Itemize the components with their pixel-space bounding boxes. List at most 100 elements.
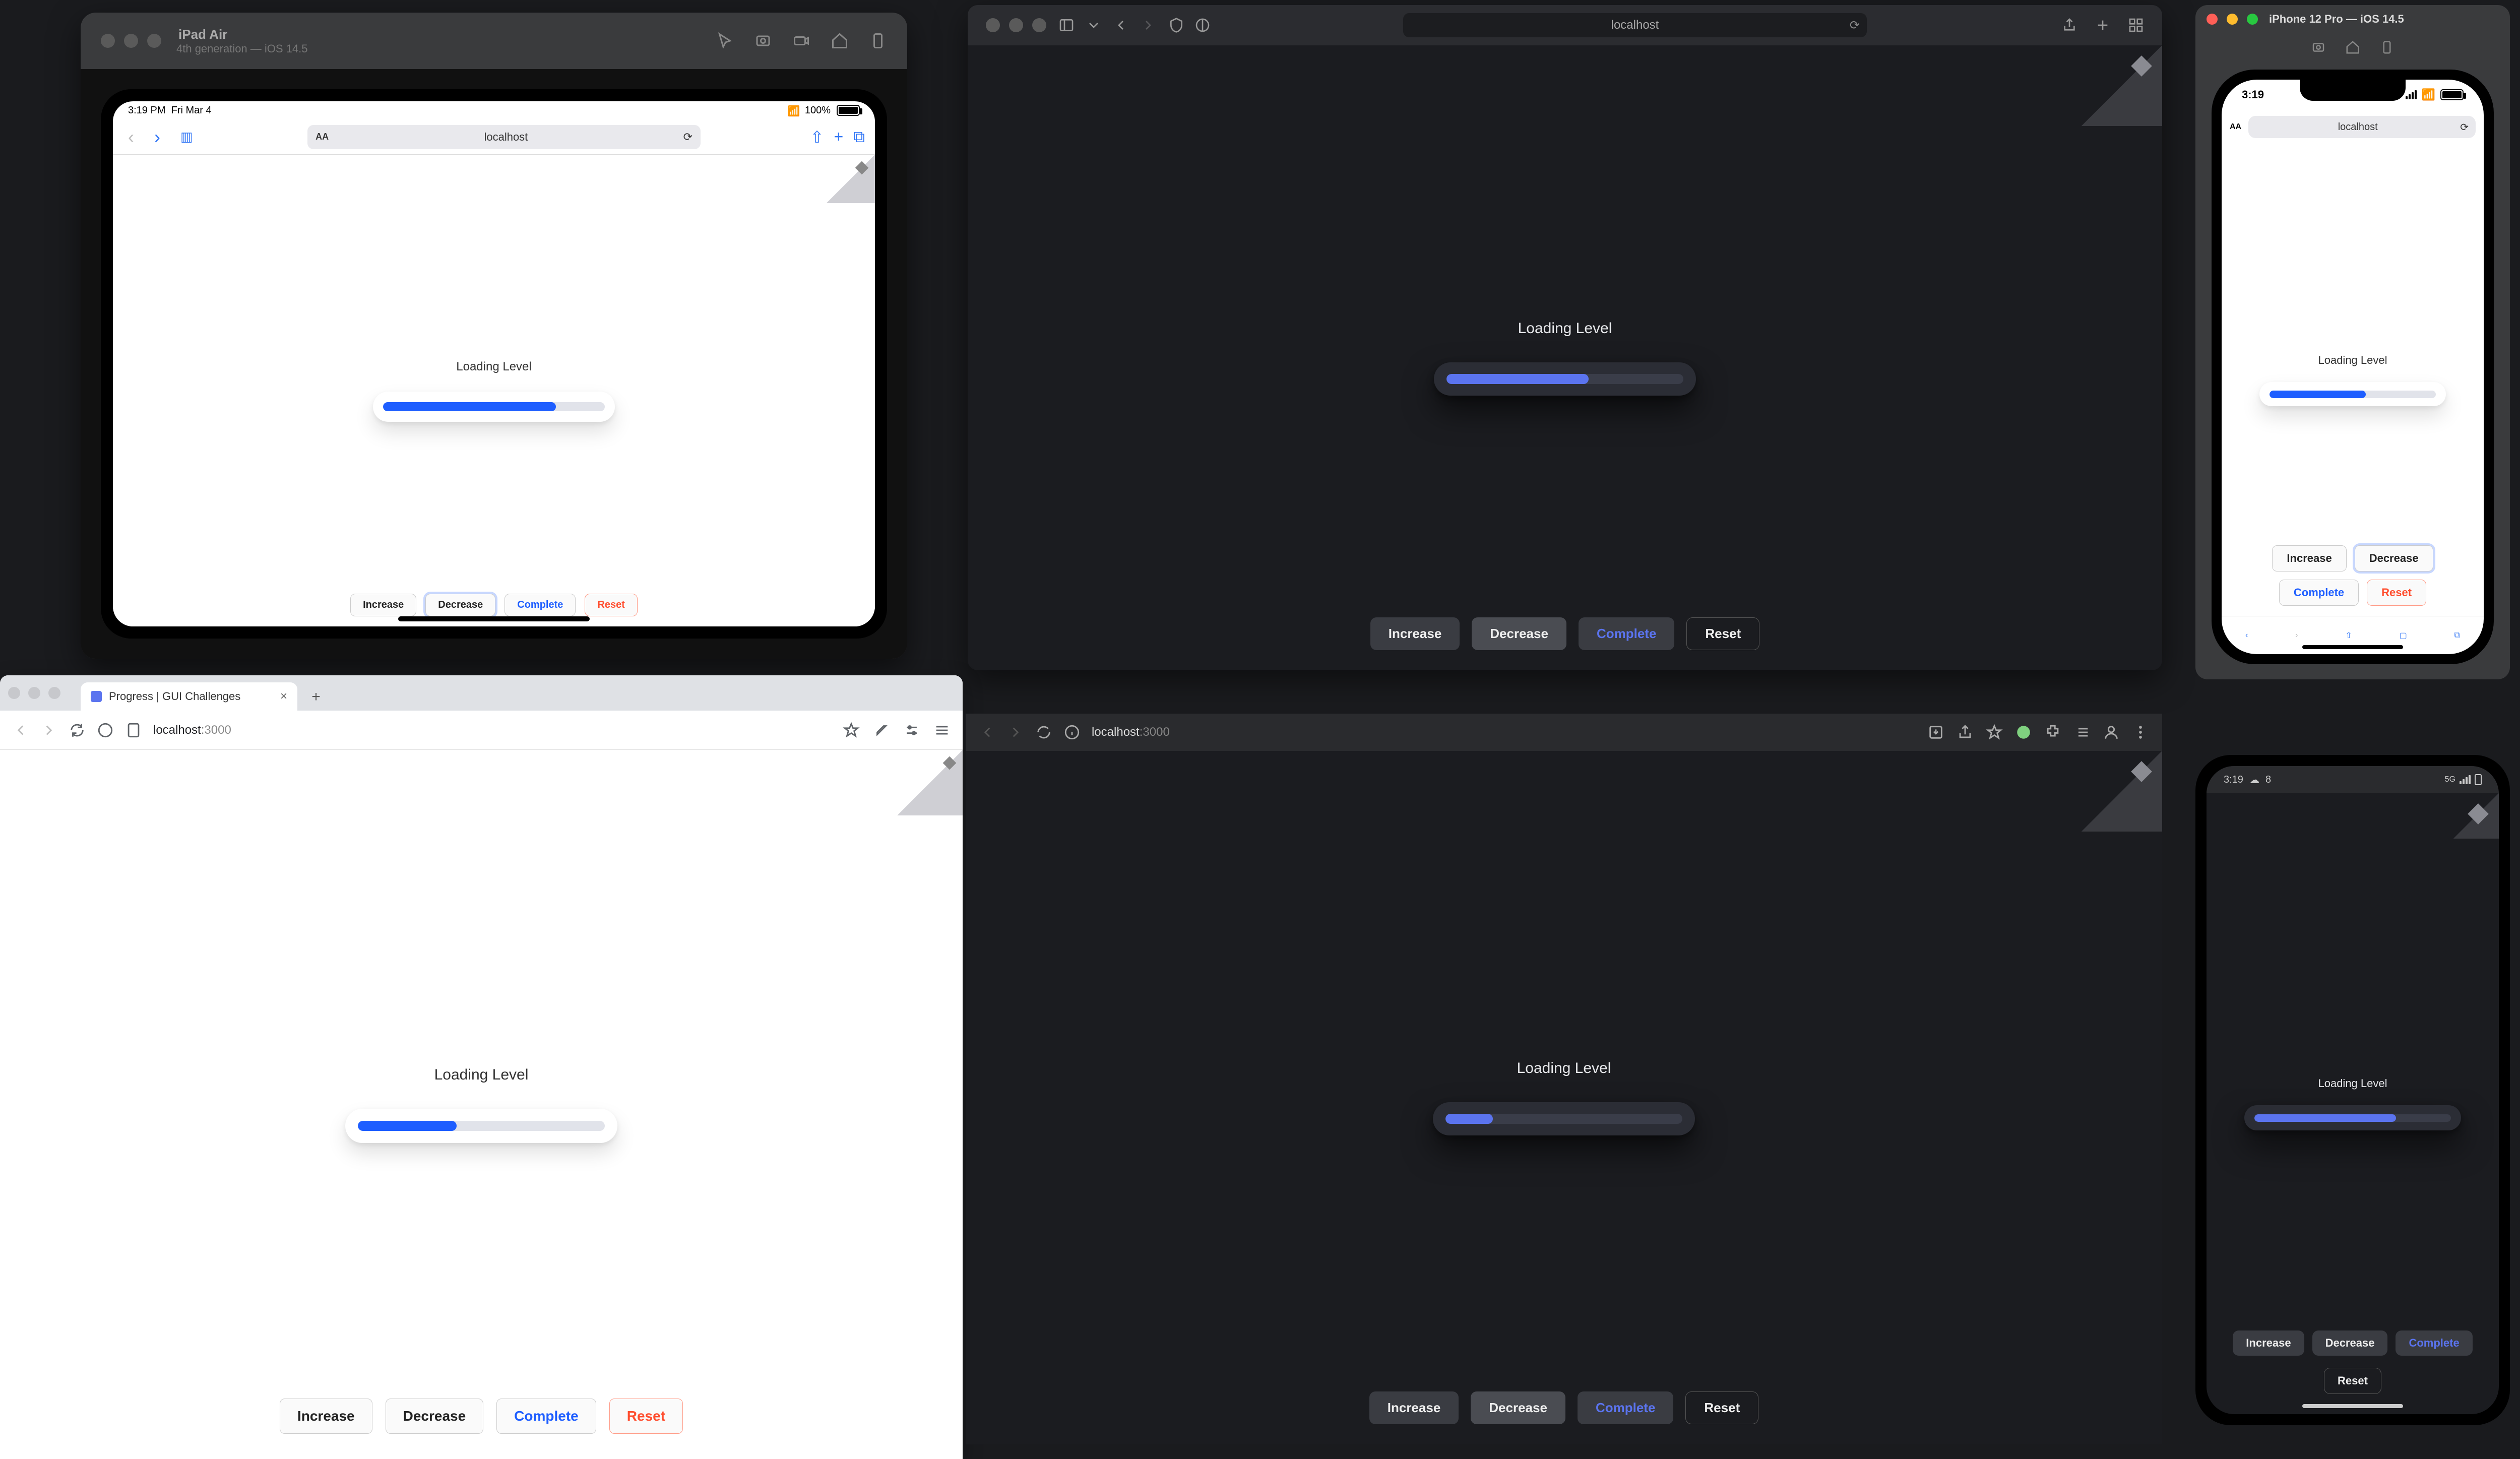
increase-button[interactable]: Increase [2233, 1330, 2304, 1356]
url-field[interactable]: AA localhost ⟳ [307, 125, 701, 149]
reload-button[interactable]: ⟳ [1850, 18, 1860, 33]
install-icon[interactable] [1927, 724, 1944, 741]
close-button[interactable] [2207, 14, 2218, 25]
tab-close-button[interactable]: × [280, 689, 287, 704]
complete-button[interactable]: Complete [1578, 1391, 1673, 1424]
forward-button[interactable] [1140, 17, 1156, 33]
sidebar-button[interactable]: ▥ [175, 129, 198, 145]
url-field[interactable]: localhost:3000 [1092, 725, 1916, 739]
close-button[interactable] [8, 687, 20, 699]
share-button[interactable]: ⇧ [2345, 630, 2352, 641]
tab[interactable]: Progress | GUI Challenges × [81, 682, 297, 711]
record-icon[interactable] [792, 32, 810, 50]
forward-button[interactable]: › [2295, 631, 2298, 640]
screenshot-icon[interactable] [2311, 40, 2326, 55]
home-icon[interactable] [831, 32, 849, 50]
decrease-button[interactable]: Decrease [1472, 617, 1566, 650]
increase-button[interactable]: Increase [280, 1399, 372, 1434]
reload-button[interactable] [69, 722, 86, 739]
forward-button[interactable] [40, 722, 57, 739]
ipad-titlebar[interactable]: iPad Air 4th generation — iOS 14.5 [81, 13, 907, 69]
decrease-button[interactable]: Decrease [1471, 1391, 1565, 1424]
reset-button[interactable]: Reset [1686, 617, 1759, 650]
new-tab-button[interactable]: + [834, 128, 843, 146]
menu-button[interactable] [933, 722, 951, 739]
reload-button[interactable]: ⟳ [2460, 121, 2469, 134]
traffic-lights[interactable] [8, 687, 60, 699]
url-field[interactable]: localhost:3000 [153, 723, 832, 737]
complete-button[interactable]: Complete [496, 1399, 596, 1434]
reader-button[interactable]: AA [316, 132, 329, 142]
extension-icon[interactable] [2015, 724, 2032, 741]
extensions-button[interactable] [2044, 724, 2061, 741]
reset-button[interactable]: Reset [585, 594, 637, 616]
decrease-button[interactable]: Decrease [2312, 1330, 2388, 1356]
eyedropper-icon[interactable] [873, 722, 890, 739]
increase-button[interactable]: Increase [1370, 617, 1460, 650]
back-button[interactable]: ‹ [2245, 631, 2248, 640]
increase-button[interactable]: Increase [2272, 545, 2346, 572]
tabs-button[interactable] [2128, 17, 2144, 33]
forward-button[interactable]: › [149, 126, 165, 148]
decrease-button[interactable]: Decrease [386, 1399, 484, 1434]
tabs-button[interactable]: ⧉ [853, 128, 865, 147]
new-tab-button[interactable]: + [306, 687, 326, 707]
shield-icon[interactable] [1168, 17, 1184, 33]
minimize-button[interactable] [2227, 14, 2238, 25]
reading-list-icon[interactable] [2073, 724, 2091, 741]
settings-icon[interactable] [903, 722, 920, 739]
screenshot-icon[interactable] [754, 32, 772, 50]
close-button[interactable] [101, 34, 115, 48]
back-button[interactable] [979, 724, 996, 741]
back-button[interactable]: ‹ [123, 126, 139, 148]
increase-button[interactable]: Increase [1369, 1391, 1459, 1424]
bookmarks-button[interactable]: ▢ [2400, 630, 2407, 641]
zoom-button[interactable] [1032, 18, 1046, 32]
rotate-icon[interactable] [869, 32, 887, 50]
reload-button[interactable] [1035, 724, 1052, 741]
new-tab-button[interactable] [2095, 17, 2111, 33]
profile-icon[interactable] [2103, 724, 2120, 741]
tabs-button[interactable]: ⧉ [2454, 631, 2460, 640]
decrease-button[interactable]: Decrease [2355, 545, 2433, 572]
minimize-button[interactable] [1009, 18, 1023, 32]
zoom-button[interactable] [147, 34, 161, 48]
bookmark-button[interactable] [1986, 724, 2003, 741]
zoom-button[interactable] [48, 687, 60, 699]
home-icon[interactable] [2345, 40, 2360, 55]
home-indicator[interactable] [398, 616, 590, 621]
site-info-icon[interactable] [1063, 724, 1081, 741]
minimize-button[interactable] [124, 34, 138, 48]
reader-button[interactable]: AA [2230, 122, 2241, 132]
decrease-button[interactable]: Decrease [425, 594, 495, 616]
minimize-button[interactable] [28, 687, 40, 699]
url-field[interactable]: localhost ⟳ [1403, 13, 1867, 37]
rotate-icon[interactable] [2379, 40, 2395, 55]
home-indicator[interactable] [2302, 645, 2403, 649]
zoom-button[interactable] [2247, 14, 2258, 25]
traffic-lights[interactable] [101, 34, 161, 48]
url-field[interactable]: localhost ⟳ [2248, 116, 2476, 138]
reset-button[interactable]: Reset [2324, 1368, 2381, 1394]
complete-button[interactable]: Complete [2396, 1330, 2472, 1356]
share-icon[interactable] [1957, 724, 1974, 741]
bookmark-button[interactable] [843, 722, 860, 739]
reload-button[interactable]: ⟳ [683, 131, 692, 144]
complete-button[interactable]: Complete [1579, 617, 1674, 650]
iphone-titlebar[interactable]: iPhone 12 Pro — iOS 14.5 [2195, 5, 2510, 33]
increase-button[interactable]: Increase [350, 594, 416, 616]
reset-button[interactable]: Reset [1685, 1391, 1758, 1424]
home-indicator[interactable] [2302, 1404, 2403, 1408]
reset-button[interactable]: Reset [2367, 580, 2426, 606]
chevron-down-icon[interactable] [1086, 17, 1102, 33]
close-button[interactable] [986, 18, 1000, 32]
forward-button[interactable] [1007, 724, 1024, 741]
share-button[interactable] [2061, 17, 2077, 33]
back-button[interactable] [1113, 17, 1129, 33]
appearance-icon[interactable] [1194, 17, 1211, 33]
sidebar-button[interactable] [1058, 17, 1075, 33]
pointer-icon[interactable] [716, 32, 734, 50]
complete-button[interactable]: Complete [505, 594, 576, 616]
traffic-lights[interactable] [986, 18, 1046, 32]
site-info-icon[interactable] [97, 722, 114, 739]
